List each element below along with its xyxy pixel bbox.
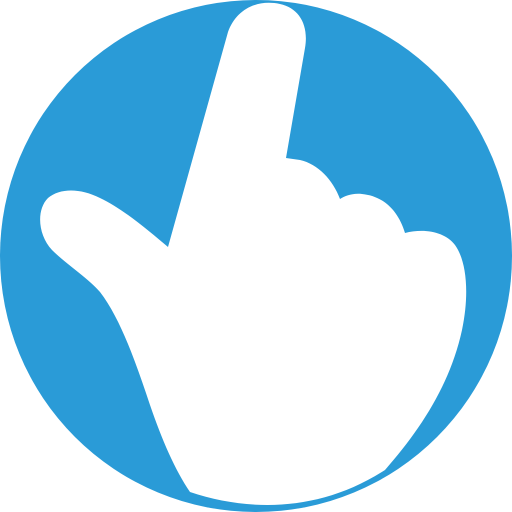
pointing-hand-icon [0,0,512,512]
icon-canvas [0,0,512,512]
